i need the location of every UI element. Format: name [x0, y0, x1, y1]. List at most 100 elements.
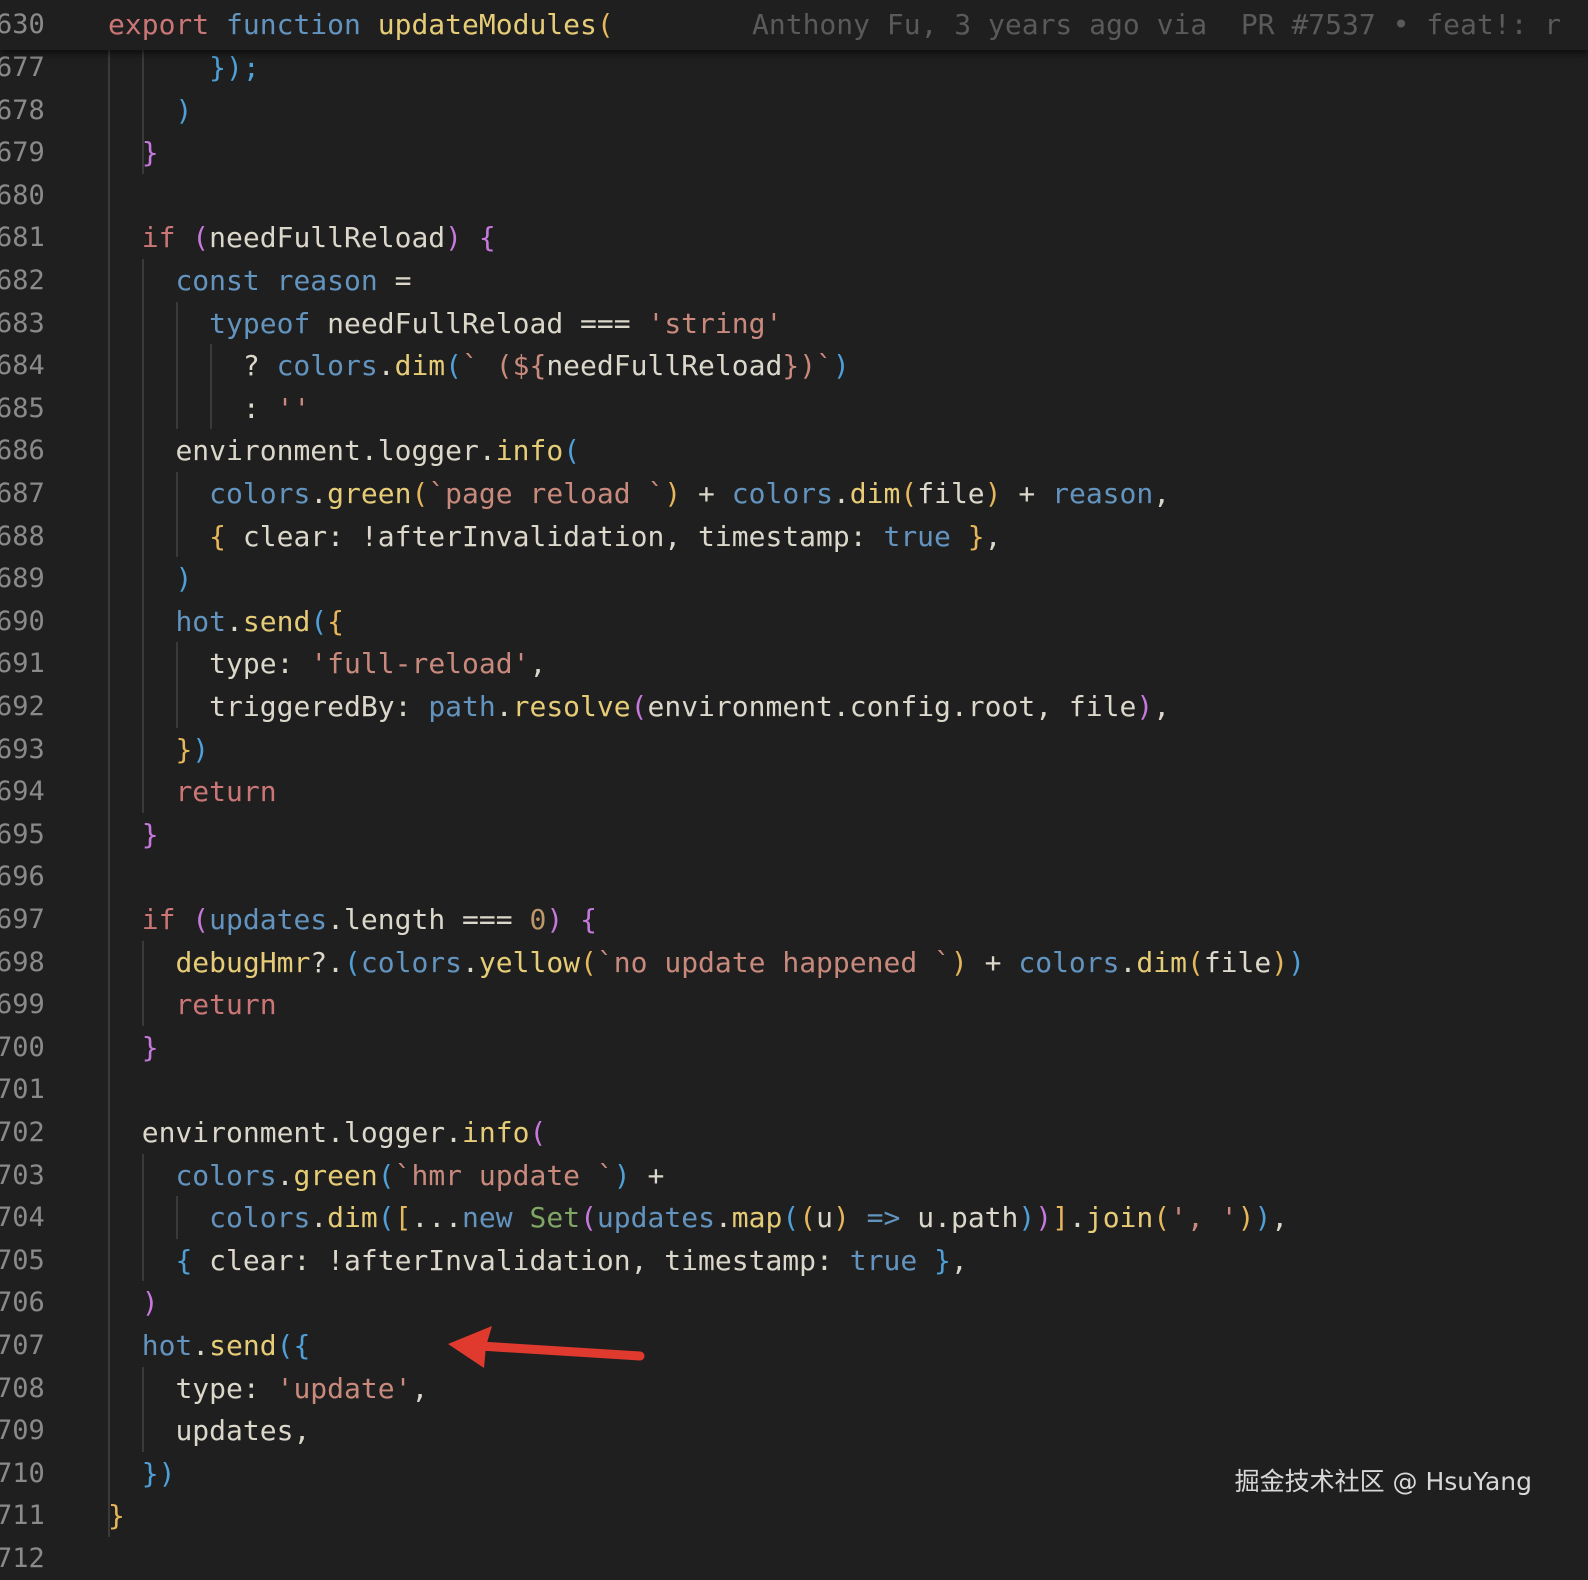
code-token: ) — [832, 1201, 850, 1235]
code-line[interactable]: 703 colors.green(`hmr update `) + — [0, 1154, 1588, 1197]
code-line[interactable]: 696 — [0, 855, 1588, 898]
code-line[interactable]: 699 return — [0, 983, 1588, 1026]
line-number: 689 — [0, 563, 45, 595]
line-number: 695 — [0, 818, 45, 850]
code-token: colors — [209, 477, 311, 510]
code-line[interactable]: 708 type: 'update', — [0, 1367, 1588, 1410]
line-code: ? colors.dim(` (${needFullReload})`) — [108, 344, 850, 387]
code-line[interactable]: 687 colors.green(`page reload `) + color… — [0, 472, 1588, 515]
code-token: . — [1068, 1201, 1086, 1235]
sticky-line-number: 630 — [0, 9, 45, 40]
code-token: } — [141, 1030, 159, 1064]
code-token: return — [175, 988, 277, 1022]
code-token: + — [681, 477, 732, 510]
code-token: . — [276, 1158, 294, 1192]
code-line[interactable]: 706 ) — [0, 1281, 1588, 1324]
line-code: } — [108, 813, 159, 856]
code-token: type: — [175, 1371, 277, 1405]
code-token: needFullReload — [310, 306, 581, 340]
code-line[interactable]: 688 { clear: !afterInvalidation, timesta… — [0, 515, 1588, 558]
code-token: logger — [377, 434, 479, 468]
code-line[interactable]: 707 hot.send({ — [0, 1324, 1588, 1367]
code-token: path — [428, 690, 496, 723]
code-line[interactable]: 704 colors.dim([...new Set(updates.map((… — [0, 1196, 1588, 1239]
code-line[interactable]: 695 } — [0, 813, 1588, 856]
code-line[interactable]: 691 type: 'full-reload', — [0, 642, 1588, 685]
sticky-scroll-header[interactable]: 630 export function updateModules( Antho… — [0, 0, 1588, 50]
code-line[interactable]: 702 environment.logger.info( — [0, 1111, 1588, 1154]
code-token: return — [175, 775, 277, 809]
indent-guide — [176, 1196, 178, 1239]
code-line[interactable]: 697 if (updates.length === 0) { — [0, 898, 1588, 941]
code-line[interactable]: 698 debugHmr?.(colors.yellow(`no update … — [0, 941, 1588, 984]
code-token: new — [462, 1201, 513, 1235]
code-token: . — [360, 434, 378, 468]
code-token: export — [108, 8, 210, 41]
code-token: true — [849, 1243, 918, 1277]
code-token: ( — [1186, 945, 1204, 979]
code-token: colors — [175, 1158, 277, 1192]
line-number: 696 — [0, 861, 45, 893]
line-code: return — [108, 770, 277, 813]
code-line[interactable]: 677 }); — [0, 46, 1588, 89]
line-number: 709 — [0, 1415, 45, 1447]
code-line[interactable]: 683 typeof needFullReload === 'string' — [0, 302, 1588, 345]
indent-guide — [142, 259, 144, 813]
line-number: 710 — [0, 1457, 45, 1489]
code-token: { — [209, 519, 227, 553]
code-line[interactable]: 712 — [0, 1537, 1588, 1580]
line-code: }) — [108, 1452, 176, 1495]
code-token: colors — [276, 349, 378, 383]
code-token: 'update' — [276, 1371, 412, 1405]
code-token: hot — [175, 604, 227, 638]
code-line[interactable]: 690 hot.send({ — [0, 600, 1588, 643]
code-line[interactable]: 680 — [0, 174, 1588, 217]
code-line[interactable]: 685 : '' — [0, 387, 1588, 430]
code-token: environment.config.root, file — [647, 690, 1137, 723]
line-number: 684 — [0, 350, 45, 382]
code-line[interactable]: 682 const reason = — [0, 259, 1588, 302]
code-line[interactable]: 689 ) — [0, 557, 1588, 600]
code-token: dim — [1136, 945, 1187, 979]
code-line[interactable]: 692 triggeredBy: path.resolve(environmen… — [0, 685, 1588, 728]
line-number: 698 — [0, 946, 45, 978]
code-token: dim — [394, 349, 446, 383]
line-code: type: 'full-reload', — [108, 642, 546, 685]
code-line[interactable]: 693 }) — [0, 728, 1588, 771]
code-token: ( — [580, 945, 597, 979]
code-line[interactable]: 700 } — [0, 1026, 1588, 1069]
code-editor[interactable]: 677 }); 678 ) 679 } 680 681 if (needFullRelo… — [0, 0, 1588, 1574]
code-line[interactable]: 705 { clear: !afterInvalidation, timesta… — [0, 1239, 1588, 1282]
code-token: ) — [175, 562, 193, 596]
code-line[interactable]: 681 if (needFullReload) { — [0, 216, 1588, 259]
code-line[interactable]: 701 — [0, 1068, 1588, 1111]
code-line[interactable]: 678 ) — [0, 89, 1588, 132]
line-number: 702 — [0, 1117, 45, 1148]
code-line[interactable]: 694 return — [0, 770, 1588, 813]
indent-guide — [142, 940, 144, 1026]
code-line[interactable]: 679 } — [0, 131, 1588, 174]
code-token: colors — [209, 1201, 311, 1235]
code-line[interactable]: 709 updates, — [0, 1409, 1588, 1452]
code-token: updates, — [175, 1414, 311, 1448]
code-token: ) — [832, 349, 850, 383]
line-code: return — [108, 983, 277, 1026]
line-number: 701 — [0, 1074, 45, 1106]
indent-guide — [142, 1366, 144, 1452]
line-number: 711 — [0, 1500, 45, 1532]
code-line[interactable]: 684 ? colors.dim(` (${needFullReload})`) — [0, 344, 1588, 387]
code-token: . — [462, 945, 479, 979]
code-line[interactable]: 711} — [0, 1494, 1588, 1537]
line-code: type: 'update', — [108, 1367, 428, 1410]
code-line[interactable]: 686 environment.logger.info( — [0, 429, 1588, 472]
